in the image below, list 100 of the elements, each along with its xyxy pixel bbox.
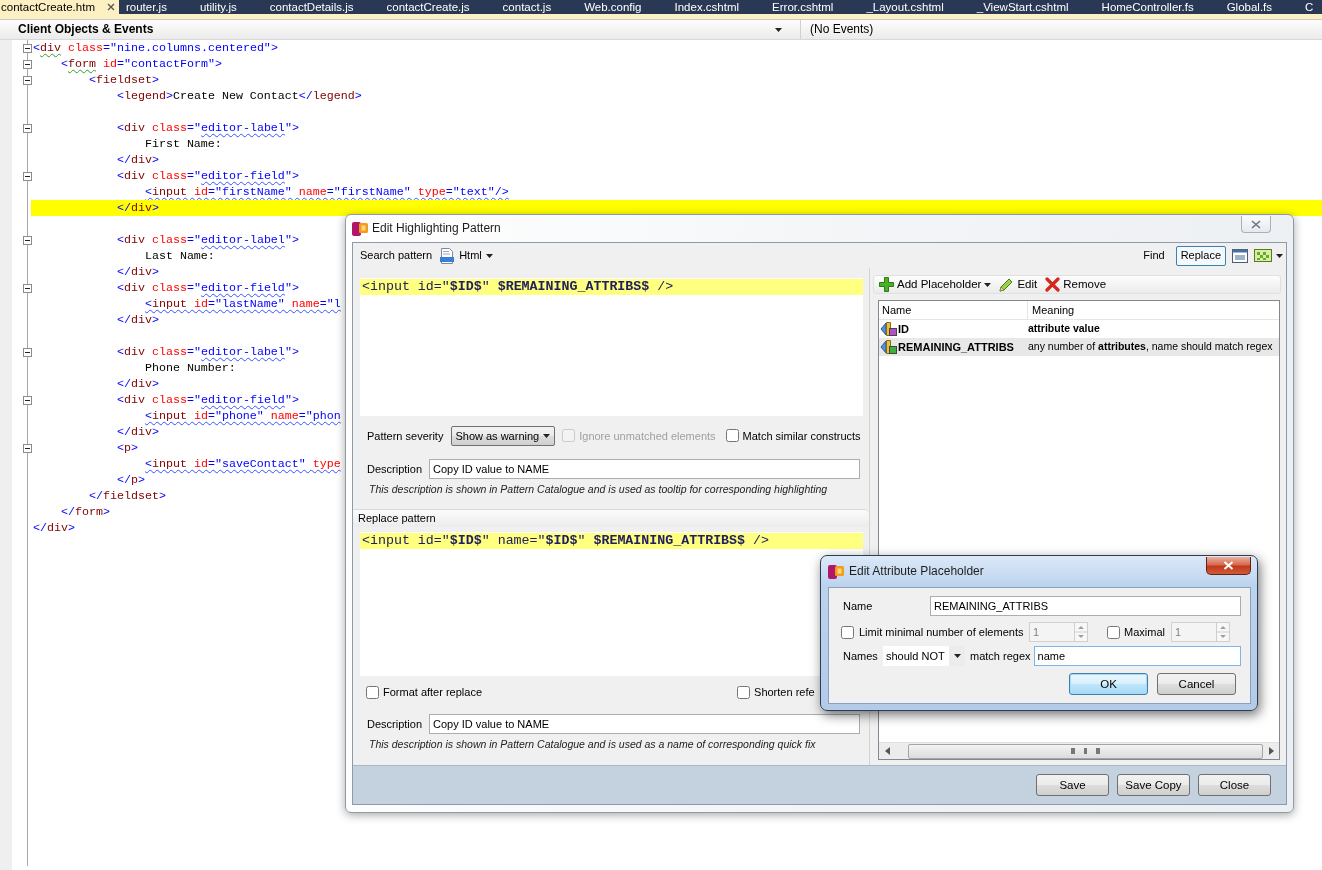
- code-line: </div>: [116, 377, 159, 391]
- collapse-icon[interactable]: [23, 43, 32, 53]
- editor-tab[interactable]: router.js: [120, 0, 195, 14]
- checkbox[interactable]: [366, 686, 379, 699]
- code-line: First Name:: [144, 137, 222, 151]
- code-line: <input id="$ID$" $REMAINING_ATTRIBS$ />: [362, 279, 674, 294]
- remove-button[interactable]: Remove: [1042, 275, 1110, 294]
- dialog-button[interactable]: Cancel: [1157, 673, 1236, 695]
- code-line: <div class="editor-label">: [116, 121, 299, 135]
- close-icon[interactable]: [106, 3, 115, 11]
- checkbox[interactable]: [725, 429, 739, 443]
- placeholder-meaning: attribute value: [1028, 322, 1100, 336]
- code-line: <input id="$ID$" name="$ID$" $REMAINING_ATTRIBS$ />: [362, 533, 769, 548]
- editor-tab[interactable]: utility.js: [194, 0, 265, 14]
- editor-tab[interactable]: _ViewStart.cshtml: [971, 0, 1097, 14]
- code-line: <div class="editor-label">: [116, 345, 299, 359]
- field-label: match regex: [970, 648, 1031, 664]
- language-dropdown[interactable]: Html: [439, 247, 493, 264]
- editor-tab[interactable]: HomeController.fs: [1096, 0, 1222, 14]
- code-line: <input id="phone" name="phon: [144, 409, 341, 423]
- checkbox-label: Format after replace: [383, 685, 483, 700]
- close-icon: [1251, 219, 1261, 229]
- horizontal-scrollbar[interactable]: [879, 742, 1279, 759]
- column-header[interactable]: Meaning: [1028, 301, 1279, 319]
- app-logo-icon: [828, 563, 844, 580]
- arrow-left-icon[interactable]: [884, 747, 890, 755]
- editor-tab[interactable]: Index.cshtml: [669, 0, 768, 14]
- description-field[interactable]: Copy ID value to NAME: [429, 459, 860, 479]
- dialog-button[interactable]: Save: [1036, 774, 1109, 796]
- editor-tab[interactable]: Global.fs: [1221, 0, 1301, 14]
- editor-tab[interactable]: C: [1300, 0, 1314, 14]
- add-button[interactable]: Add Placeholder: [876, 275, 995, 294]
- mode-button[interactable]: Find: [1138, 245, 1170, 266]
- editor-tab[interactable]: contactDetails.js: [264, 0, 382, 14]
- code-line: </form>: [60, 505, 110, 519]
- editor-tab[interactable]: contactCreate.htm: [0, 0, 119, 14]
- code-line: <div class="nine.columns.centered">: [33, 41, 278, 55]
- close-icon: [1223, 561, 1234, 570]
- code-line: <input id="firstName" name="firstName" type="text"/>: [144, 185, 509, 199]
- condition-dropdown[interactable]: should NOT: [883, 646, 965, 666]
- collapse-icon[interactable]: [23, 123, 32, 133]
- editor-tab[interactable]: _Layout.cshtml: [861, 0, 972, 14]
- collapse-icon[interactable]: [23, 75, 32, 85]
- scrollbar-thumb[interactable]: [908, 743, 1263, 759]
- arrow-right-icon[interactable]: [1268, 747, 1274, 755]
- code-line: </div>: [116, 425, 159, 439]
- grid-icon[interactable]: [1254, 249, 1272, 262]
- field-label: Description: [367, 716, 424, 732]
- caret-icon[interactable]: [1276, 253, 1283, 258]
- dialog-button[interactable]: Save Copy: [1117, 774, 1190, 796]
- edit-button[interactable]: Edit: [996, 275, 1041, 294]
- placeholder-meaning: any number of attributes, name should match regex: [1028, 340, 1273, 354]
- dialog-button[interactable]: OK: [1069, 673, 1148, 695]
- checkbox-label: Maximal: [1124, 624, 1166, 640]
- code-line: <legend>Create New Contact</legend>: [116, 89, 362, 103]
- code-line: <div class="editor-field">: [116, 393, 299, 407]
- events-dropdown[interactable]: (No Events): [800, 20, 1322, 39]
- editor-tab[interactable]: Error.cshtml: [767, 0, 862, 14]
- section-header: Replace pattern: [358, 511, 436, 526]
- search-pattern-editor[interactable]: <input id="$ID$" $REMAINING_ATTRIBS$ />: [360, 278, 863, 416]
- caret-icon: [775, 27, 782, 32]
- collapse-icon[interactable]: [23, 59, 32, 69]
- pencil-icon: [999, 277, 1015, 292]
- code-line: <div class="editor-field">: [116, 169, 299, 183]
- code-line: <input id="lastName" name="l: [144, 297, 341, 311]
- code-line: </div>: [116, 313, 159, 327]
- code-line: </div>: [116, 265, 159, 279]
- collapse-icon[interactable]: [23, 395, 32, 405]
- placeholder-name-field[interactable]: REMAINING_ATTRIBS: [930, 596, 1241, 616]
- editor-tab[interactable]: Web.config: [579, 0, 670, 14]
- collapse-icon[interactable]: [23, 283, 32, 293]
- code-line: </div>: [116, 153, 159, 167]
- editor-tab[interactable]: contact.js: [497, 0, 580, 14]
- regex-field[interactable]: name: [1033, 646, 1241, 666]
- mode-button[interactable]: Replace: [1175, 245, 1226, 266]
- caret-icon: [953, 654, 961, 658]
- field-label: Search pattern: [360, 248, 433, 263]
- collapse-icon[interactable]: [23, 443, 32, 453]
- caret-icon: [543, 434, 551, 438]
- dialog-button[interactable]: Close: [1198, 774, 1271, 796]
- severity-dropdown[interactable]: Show as warning: [451, 426, 556, 446]
- field-label: Description: [367, 461, 424, 477]
- window-icon[interactable]: [1232, 248, 1248, 263]
- list-row[interactable]: REMAINING_ATTRIBS any number of attributes, name should match regex: [879, 338, 1279, 356]
- code-line: <div class="editor-label">: [116, 233, 299, 247]
- editor-tab[interactable]: contactCreate.js: [381, 0, 498, 14]
- code-line: </div>: [33, 521, 75, 535]
- code-line: </p>: [116, 473, 145, 487]
- collapse-icon[interactable]: [23, 235, 32, 245]
- collapse-icon[interactable]: [23, 171, 32, 181]
- checkbox-label: Match similar constructs: [742, 428, 861, 444]
- checkbox-label: Ignore unmatched elements: [579, 428, 716, 444]
- close-button[interactable]: [1206, 557, 1251, 575]
- list-row[interactable]: ID attribute value: [879, 320, 1279, 338]
- checkbox[interactable]: [737, 686, 751, 699]
- description-field[interactable]: Copy ID value to NAME: [429, 714, 860, 734]
- column-header[interactable]: Name: [879, 301, 1028, 319]
- code-line: <input id="saveContact" type: [144, 457, 341, 471]
- collapse-icon[interactable]: [23, 347, 32, 357]
- objects-dropdown[interactable]: Client Objects & Events: [13, 20, 790, 39]
